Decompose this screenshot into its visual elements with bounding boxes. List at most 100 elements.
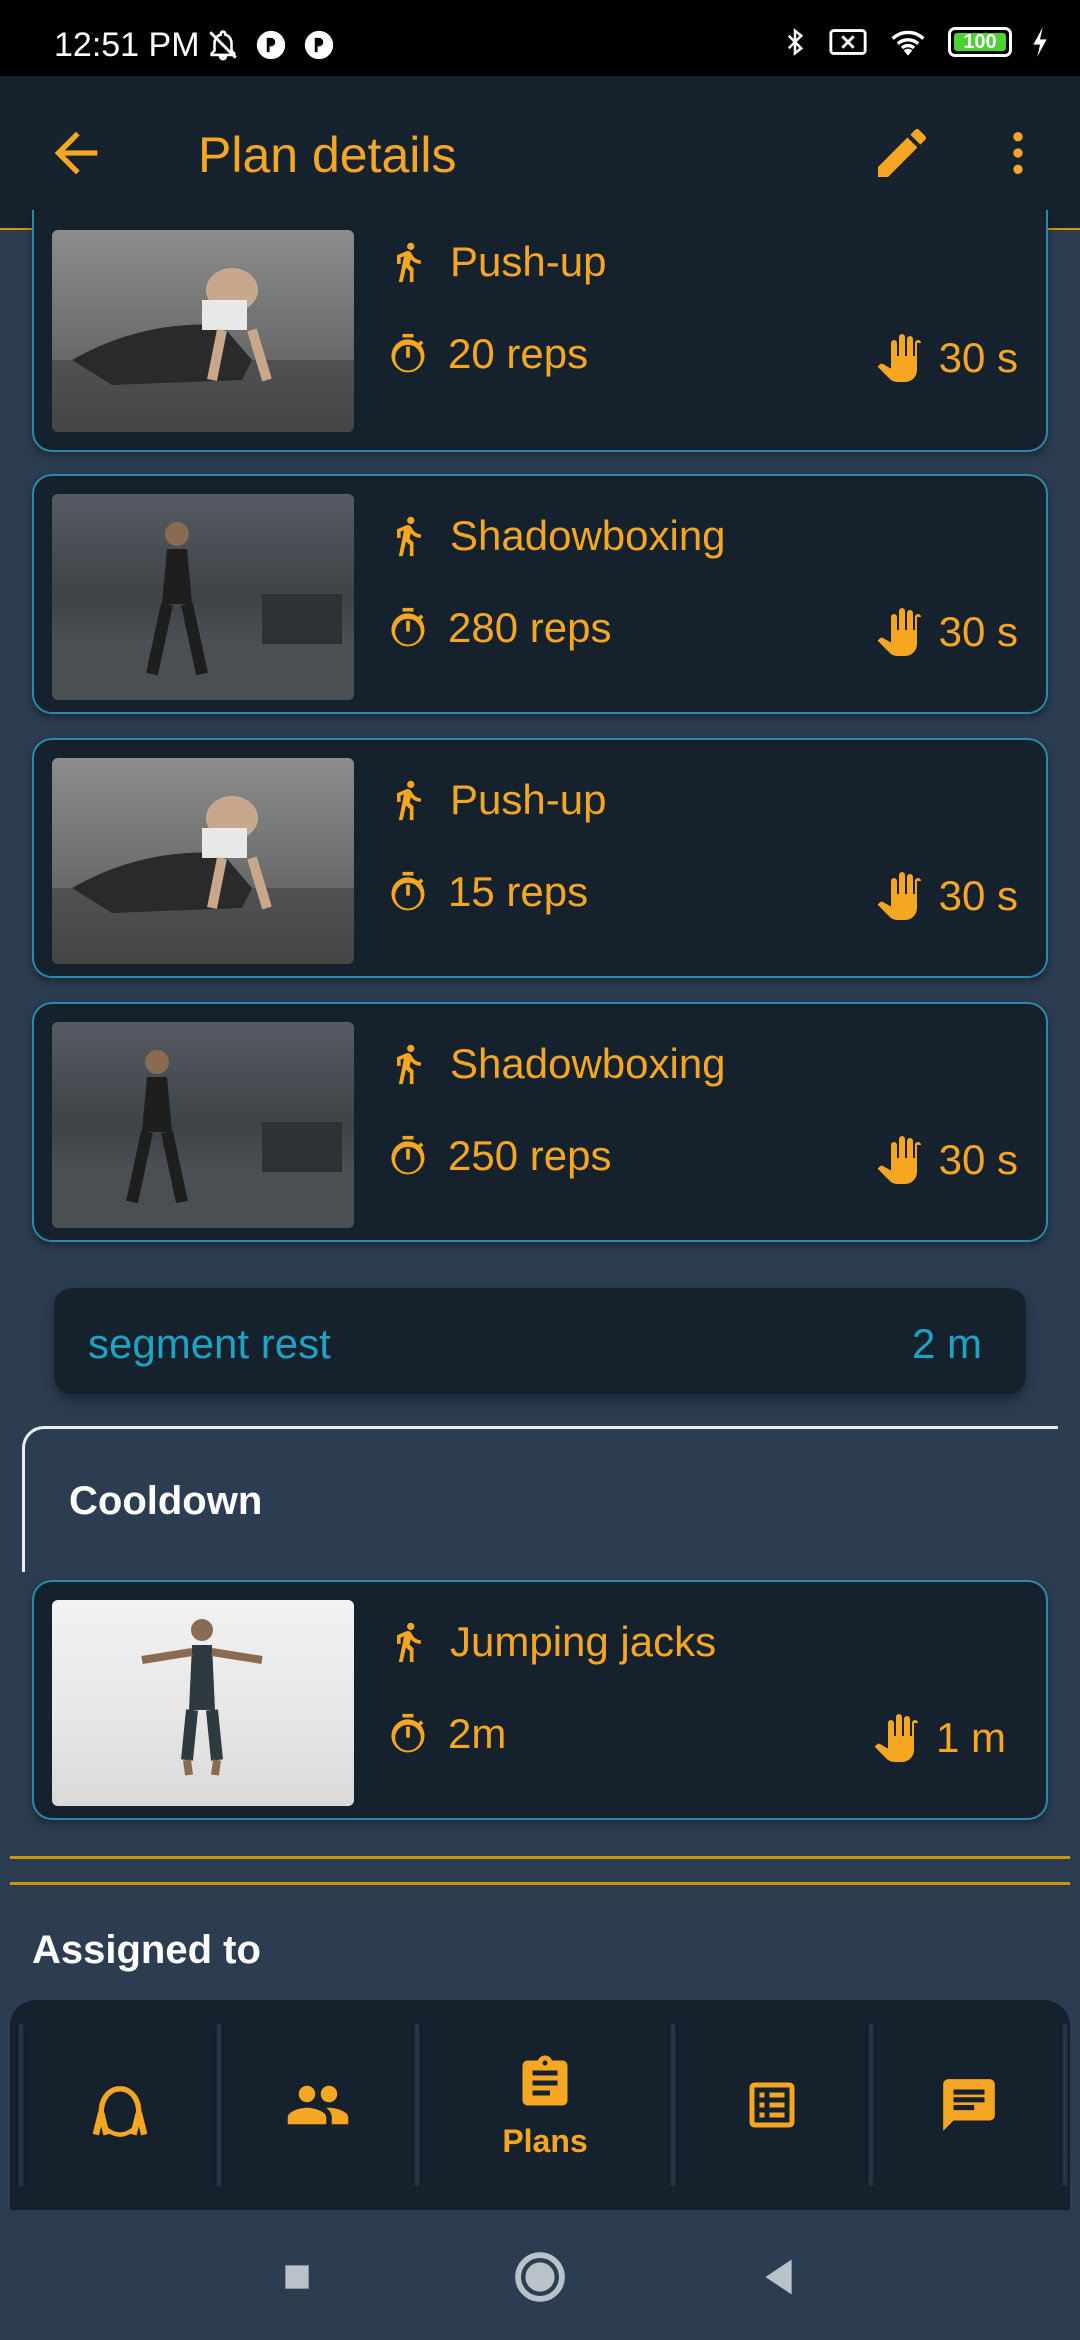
segment-rest[interactable]: segment rest 2 m — [54, 1288, 1026, 1394]
exercise-stats: 280 reps 30 s — [386, 604, 1050, 664]
bottom-navigation: Plans — [10, 2000, 1070, 2210]
circle-icon — [515, 2252, 565, 2302]
no-sim-icon — [829, 29, 867, 55]
exercise-rest: 30 s — [938, 608, 1018, 655]
exercise-name-row: Jumping jacks — [386, 1618, 716, 1666]
timer-icon — [391, 1713, 425, 1753]
nav-item-workouts[interactable] — [26, 2024, 214, 2186]
hand-icon — [877, 334, 921, 382]
system-navigation-bar — [0, 2212, 1080, 2340]
cooldown-section-header: Cooldown — [22, 1426, 1058, 1572]
exercise-name: Push-up — [450, 776, 607, 823]
status-system-icons: 100 — [780, 24, 1050, 60]
exercise-thumbnail — [52, 1600, 354, 1806]
app-notification-icon — [304, 30, 334, 60]
more-options-button[interactable] — [990, 121, 1046, 185]
nav-item-clients[interactable] — [224, 2024, 412, 2186]
pencil-icon — [878, 128, 926, 177]
battery-indicator: 100 — [948, 27, 1012, 57]
exercise-reps: 15 reps — [448, 868, 589, 915]
reps-group: 15 reps — [386, 868, 588, 916]
exercise-stats: 20 reps 30 s — [386, 330, 1050, 390]
page-title: Plan details — [198, 127, 457, 183]
exercise-card[interactable]: Jumping jacks 2m 1 m — [32, 1580, 1048, 1820]
bell-off-icon — [209, 30, 237, 61]
exercise-thumbnail — [52, 1022, 354, 1228]
home-button[interactable] — [505, 2242, 575, 2312]
exercise-thumbnail — [52, 758, 354, 964]
exercise-name-row: Push-up — [386, 776, 606, 824]
rest-group: 30 s — [875, 604, 1018, 660]
exercise-thumbnail — [52, 494, 354, 700]
running-icon — [397, 242, 421, 283]
battery-level: 100 — [963, 30, 997, 53]
hand-icon — [874, 1714, 918, 1762]
rest-group: 30 s — [875, 868, 1018, 924]
hand-icon — [877, 872, 921, 920]
hand-icon — [877, 608, 921, 656]
running-icon — [397, 1622, 421, 1663]
nav-item-messages[interactable] — [876, 2024, 1062, 2186]
timer-icon — [391, 333, 425, 373]
exercise-card[interactable]: Shadowboxing 250 reps 30 s — [32, 1002, 1048, 1242]
segment-rest-value: 2 m — [911, 1320, 982, 1367]
exercise-name: Jumping jacks — [450, 1618, 717, 1665]
running-icon — [397, 1044, 421, 1085]
timer-icon — [391, 607, 425, 647]
exercise-card[interactable]: Push-up 15 reps 30 s — [32, 738, 1048, 978]
triangle-back-icon — [765, 2259, 792, 2295]
exercise-stats: 250 reps 30 s — [386, 1132, 1050, 1192]
exercise-name-row: Push-up — [386, 238, 606, 286]
exercise-card[interactable]: Push-up 20 reps 30 s — [32, 210, 1048, 452]
rest-group: 1 m — [872, 1710, 1006, 1766]
timer-icon — [391, 871, 425, 911]
timer-icon — [391, 1135, 425, 1175]
people-icon — [287, 2085, 349, 2125]
exercise-thumbnail — [52, 230, 354, 432]
chat-icon — [943, 2079, 995, 2131]
exercise-rest: 30 s — [938, 1136, 1018, 1183]
exercise-reps: 250 reps — [448, 1132, 612, 1179]
exercise-rest: 30 s — [938, 872, 1018, 919]
reps-group: 2m — [386, 1710, 506, 1758]
exercise-rest: 1 m — [935, 1714, 1006, 1761]
exercise-name: Shadowboxing — [450, 512, 726, 559]
square-icon — [285, 2265, 309, 2289]
exercise-name-row: Shadowboxing — [386, 1040, 726, 1088]
recents-button[interactable] — [262, 2242, 332, 2312]
wifi-icon — [891, 30, 925, 56]
section-divider — [10, 1882, 1070, 1885]
assigned-to-title: Assigned to — [32, 1928, 261, 1972]
bluetooth-icon — [787, 28, 804, 56]
status-notification-icons — [206, 28, 336, 62]
cooldown-title: Cooldown — [69, 1479, 263, 1523]
status-bar: 12:51 PM 100 — [0, 0, 1080, 76]
section-divider — [10, 1856, 1070, 1859]
exercise-reps: 2m — [448, 1710, 507, 1757]
exercise-reps: 280 reps — [448, 604, 612, 651]
nav-item-plans-label: Plans — [502, 2122, 588, 2159]
charging-icon — [1033, 27, 1047, 57]
exercise-stats: 2m 1 m — [386, 1710, 1050, 1770]
back-button[interactable] — [44, 121, 108, 185]
arrow-back-icon — [54, 131, 98, 175]
jump-rope-icon — [92, 2086, 148, 2137]
reps-group: 20 reps — [386, 330, 588, 378]
nav-item-plans[interactable]: Plans — [422, 2024, 668, 2186]
hand-icon — [877, 1136, 921, 1184]
exercise-name: Shadowboxing — [450, 1040, 726, 1087]
status-time: 12:51 PM — [54, 26, 200, 64]
reps-group: 250 reps — [386, 1132, 611, 1180]
reps-group: 280 reps — [386, 604, 611, 652]
running-icon — [397, 780, 421, 821]
exercise-card[interactable]: Shadowboxing 280 reps 30 s — [32, 474, 1048, 714]
segment-rest-label: segment rest — [88, 1320, 331, 1367]
back-nav-button[interactable] — [745, 2242, 815, 2312]
exercise-rest: 30 s — [938, 334, 1018, 381]
nav-item-list[interactable] — [678, 2024, 866, 2186]
app-notification-icon — [256, 30, 286, 60]
rest-group: 30 s — [875, 1132, 1018, 1188]
app-bar: Plan details — [0, 76, 1080, 230]
edit-button[interactable] — [870, 121, 934, 185]
exercise-stats: 15 reps 30 s — [386, 868, 1050, 928]
